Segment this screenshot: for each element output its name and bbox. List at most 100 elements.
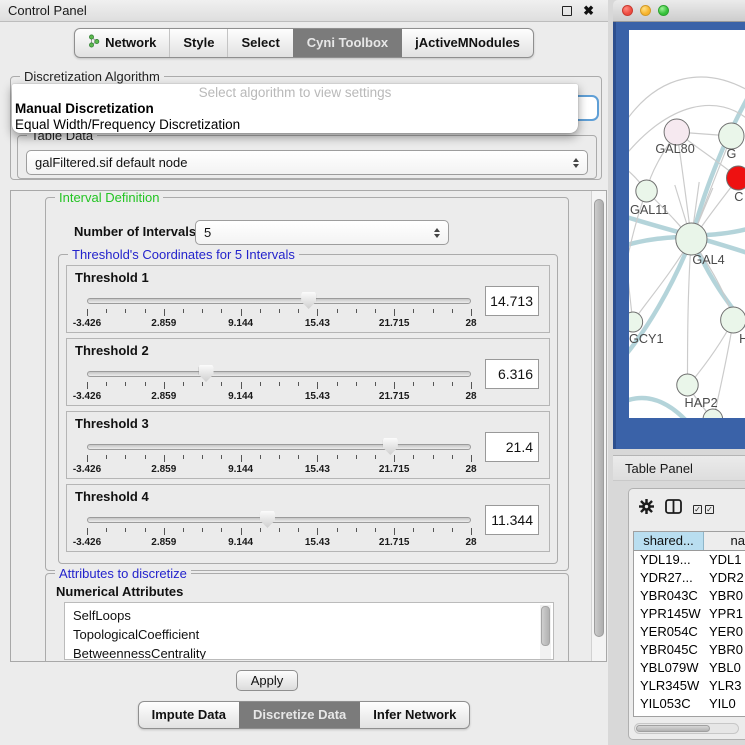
slider-handle[interactable]	[301, 292, 316, 309]
tab-infer-network[interactable]: Infer Network	[359, 702, 469, 728]
dropdown-option-equal-width-frequency[interactable]: Equal Width/Frequency Discretization	[12, 117, 578, 133]
slider-handle[interactable]	[260, 511, 275, 528]
table-row[interactable]: YLR345WYLR3	[634, 677, 745, 695]
interval-definition-title: Interval Definition	[55, 190, 163, 205]
slider-track[interactable]	[87, 371, 471, 377]
spinner-arrows-icon	[434, 228, 440, 238]
top-tab-group: Network StyleSelect Cyni Toolbox jActiveMNo…	[74, 28, 534, 58]
close-icon[interactable]: ✖	[583, 6, 594, 16]
tab-style[interactable]: Style	[169, 29, 227, 57]
threshold-value-input[interactable]: 21.4	[485, 432, 539, 462]
threshold-value-input[interactable]: 6.316	[485, 359, 539, 389]
cell-name: YDR2	[704, 569, 745, 587]
slider-tick-labels: -3.4262.8599.14415.4321.71528	[87, 391, 471, 402]
attributes-list-scrollbar[interactable]	[540, 605, 551, 659]
network-node-h[interactable]	[721, 307, 745, 333]
slider-track[interactable]	[87, 444, 471, 450]
slider-track[interactable]	[87, 517, 471, 523]
slider-handle[interactable]	[383, 438, 398, 455]
tick-label: 21.715	[379, 464, 410, 475]
table-row[interactable]: YIL053CYIL0	[634, 695, 745, 713]
threshold-slider[interactable]: -3.4262.8599.14415.4321.71528	[87, 363, 471, 405]
table-horizontal-scrollbar[interactable]	[634, 723, 739, 734]
table-hscrollbar-thumb[interactable]	[636, 725, 710, 732]
mac-close-button[interactable]	[622, 5, 633, 16]
float-window-icon[interactable]	[562, 6, 572, 16]
tab-label-cyni-toolbox: Cyni Toolbox	[307, 35, 388, 50]
table-row[interactable]: YBL079WYBL0	[634, 659, 745, 677]
threshold-panel-3: Threshold 3-3.4262.8599.14415.4321.71528…	[66, 411, 550, 479]
settings-scrollbar-thumb[interactable]	[594, 199, 604, 637]
tick-label: -3.426	[73, 318, 101, 329]
table-data-select[interactable]: galFiltered.sif default node	[26, 150, 588, 175]
spinner-arrows-icon	[573, 158, 579, 168]
tab-cyni-toolbox[interactable]: Cyni Toolbox	[293, 29, 401, 57]
dropdown-option-manual-discretization[interactable]: Manual Discretization	[12, 101, 578, 117]
tab-network[interactable]: Network	[75, 29, 169, 57]
table-row[interactable]: YER054CYER0	[634, 623, 745, 641]
tick-label: 2.859	[151, 537, 176, 548]
threshold-label: Threshold 4	[75, 489, 149, 504]
cell-name: YLR3	[704, 677, 745, 695]
attributes-to-discretize-group: Attributes to discretize Numerical Attri…	[45, 573, 569, 662]
network-node-hap2[interactable]	[677, 374, 698, 396]
threshold-slider[interactable]: -3.4262.8599.14415.4321.71528	[87, 509, 471, 551]
network-window-titlebar	[613, 0, 745, 22]
tick-label: 2.859	[151, 464, 176, 475]
threshold-slider[interactable]: -3.4262.8599.14415.4321.71528	[87, 436, 471, 478]
table-row[interactable]: YDL19...YDL1	[634, 551, 745, 569]
tick-label: 21.715	[379, 318, 410, 329]
tab-select[interactable]: Select	[227, 29, 292, 57]
network-node-gal4[interactable]	[676, 223, 707, 255]
tick-label: 28	[465, 464, 476, 475]
column-header-name[interactable]: na	[704, 532, 745, 550]
tab-label-network: Network	[105, 35, 156, 50]
network-node-gal11[interactable]	[636, 180, 657, 202]
columns-icon[interactable]	[665, 499, 682, 519]
cell-shared-name: YIL053C	[634, 695, 704, 713]
apply-button[interactable]: Apply	[236, 670, 298, 691]
number-of-intervals-select[interactable]: 5	[195, 220, 449, 245]
cell-shared-name: YLR345W	[634, 677, 704, 695]
settings-scrollbar[interactable]	[591, 191, 606, 661]
table-panel-title: Table Panel	[625, 461, 693, 476]
tick-label: 21.715	[379, 537, 410, 548]
attributes-group-title: Attributes to discretize	[55, 566, 191, 581]
threshold-value-input[interactable]: 14.713	[485, 286, 539, 316]
slider-track[interactable]	[87, 298, 471, 304]
bottom-tab-group: Impute DataDiscretize Data Infer Network	[138, 701, 471, 729]
mac-zoom-button[interactable]	[658, 5, 669, 16]
column-header-shared-name[interactable]: shared...	[634, 532, 704, 550]
tab-impute-data[interactable]: Impute Data	[139, 702, 239, 728]
tab-jactivemnodules[interactable]: jActiveMNodules	[401, 29, 533, 57]
network-node-c[interactable]	[726, 166, 745, 190]
threshold-value-input[interactable]: 11.344	[485, 505, 539, 535]
select-columns-checkboxes-icon[interactable]: ✓✓	[693, 505, 714, 514]
threshold-list: Threshold 1-3.4262.8599.14415.4321.71528…	[66, 265, 550, 557]
gear-icon[interactable]	[639, 499, 654, 519]
mac-minimize-button[interactable]	[640, 5, 651, 16]
table-row[interactable]: YBR043CYBR0	[634, 587, 745, 605]
cell-name: YBR0	[704, 587, 745, 605]
tab-discretize-data[interactable]: Discretize Data	[239, 702, 359, 728]
table-row[interactable]: YPR145WYPR1	[634, 605, 745, 623]
threshold-slider[interactable]: -3.4262.8599.14415.4321.71528	[87, 290, 471, 332]
threshold-panel-4: Threshold 4 -3.4262.8599.14415.4321.71528…	[66, 484, 550, 552]
attributes-scrollbar-thumb[interactable]	[541, 606, 550, 646]
app-root: Control Panel ✖ NetworkStyleSelectCyni T…	[0, 0, 745, 745]
attribute-item-selfloops[interactable]: SelfLoops	[73, 606, 553, 625]
table-row[interactable]: YBR045CYBR0	[634, 641, 745, 659]
slider-handle[interactable]	[199, 365, 214, 382]
cell-name: YDL1	[704, 551, 745, 569]
cell-name: YPR1	[704, 605, 745, 623]
tick-label: 9.144	[228, 391, 253, 402]
attribute-item-betweennesscentrality[interactable]: BetweennessCentrality	[73, 644, 553, 660]
table-row[interactable]: YDR27...YDR2	[634, 569, 745, 587]
network-canvas[interactable]: GAL80GCGAL11GAL4GCY1HHAP2	[629, 30, 745, 418]
tab-label-infer-network: Infer Network	[373, 707, 456, 722]
network-node-gcy1[interactable]	[629, 312, 643, 332]
attribute-item-topologicalcoefficient[interactable]: TopologicalCoefficient	[73, 625, 553, 644]
dropdown-placeholder-option[interactable]: Select algorithm to view settings	[12, 85, 578, 101]
threshold-panel-2: Threshold 2-3.4262.8599.14415.4321.71528…	[66, 338, 550, 406]
network-view-window: GAL80GCGAL11GAL4GCY1HHAP2	[613, 0, 745, 449]
